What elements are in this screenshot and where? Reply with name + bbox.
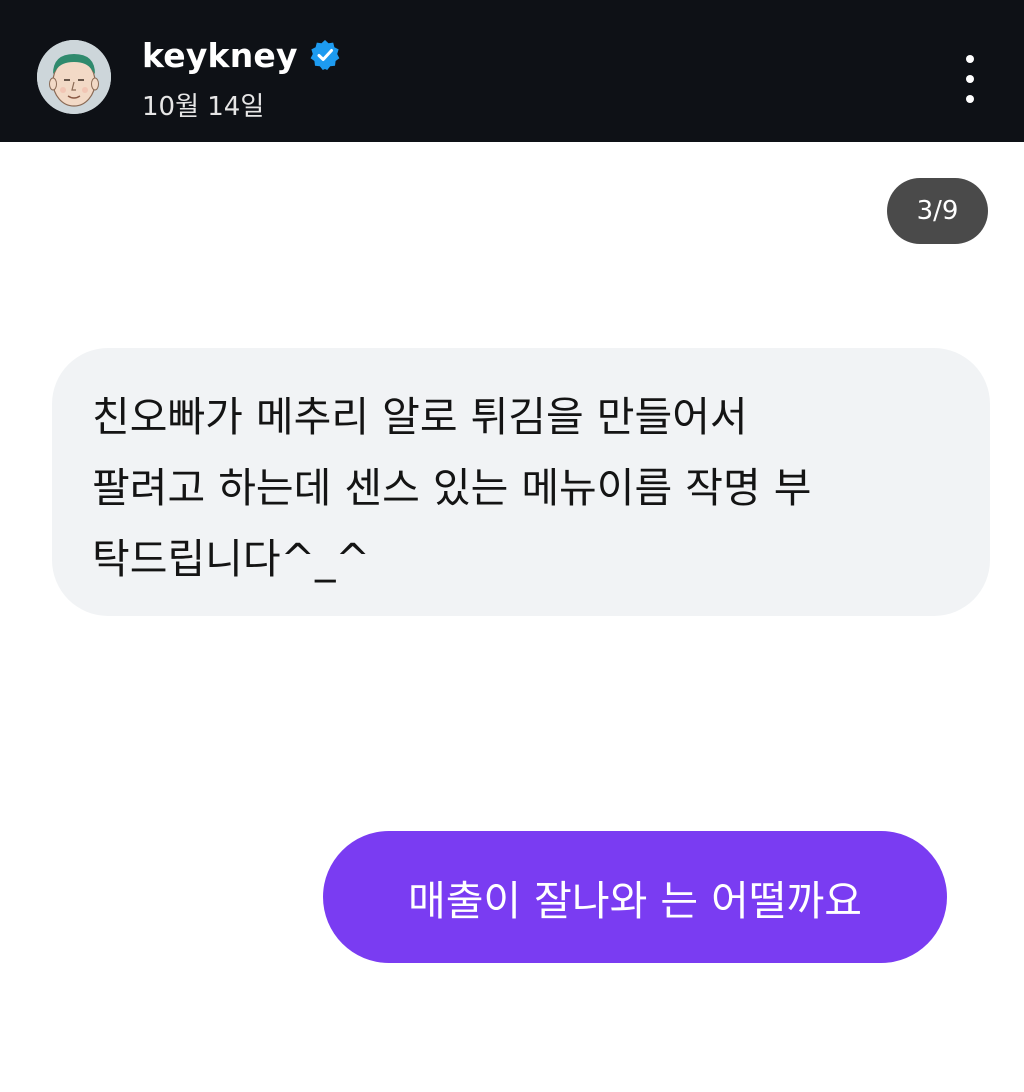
- outgoing-message-bubble: 매출이 잘나와 는 어떨까요: [323, 831, 947, 963]
- username-row: keykney: [142, 34, 342, 76]
- message-line: 친오빠가 메추리 알로 튀김을 만들어서: [92, 393, 748, 441]
- message-line: 팔려고 하는데 센스 있는 메뉴이름 작명 부: [92, 464, 812, 512]
- post-header: keykney 10월 14일: [0, 0, 1024, 142]
- incoming-message-bubble: 친오빠가 메추리 알로 튀김을 만들어서 팔려고 하는데 센스 있는 메뉴이름 …: [52, 348, 990, 616]
- dot: [966, 55, 974, 63]
- username[interactable]: keykney: [142, 36, 298, 75]
- message-text: 매출이 잘나와 는 어떨까요: [407, 877, 863, 925]
- post-date: 10월 14일: [142, 92, 265, 122]
- more-options-icon[interactable]: [950, 55, 990, 103]
- cartoon-face-icon: [37, 40, 111, 114]
- verified-badge-icon: [308, 38, 342, 72]
- post-image-view: keykney 10월 14일 3/9 친오빠가 메추리 알로 튀김을 만들어서…: [0, 0, 1024, 1092]
- avatar[interactable]: [37, 40, 111, 114]
- image-counter: 3/9: [887, 178, 988, 244]
- dot: [966, 75, 974, 83]
- message-line: 탁드립니다^_^: [92, 535, 370, 583]
- dot: [966, 95, 974, 103]
